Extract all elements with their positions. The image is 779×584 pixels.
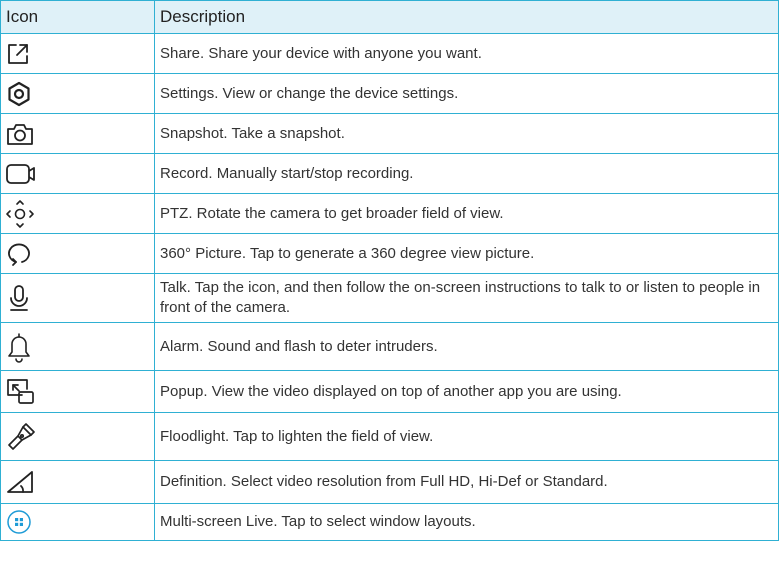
icon-description-table: Icon Description Share. Share your devic… [0,0,779,541]
description-cell: Talk. Tap the icon, and then follow the … [154,273,779,323]
bell-icon [8,332,30,363]
icon-cell [0,412,155,461]
icon-cell [0,322,155,371]
icon-cell [0,503,155,541]
ptz-icon [6,199,34,228]
description-cell: Alarm. Sound and flash to deter intruder… [154,322,779,371]
flashlight-icon [8,422,35,450]
description-cell: 360° Picture. Tap to generate a 360 degr… [154,233,779,274]
picture-360-icon [8,243,30,266]
icon-cell [0,33,155,74]
table-row: 360° Picture. Tap to generate a 360 degr… [0,233,779,274]
table-row: Settings. View or change the device sett… [0,73,779,114]
description-cell: Popup. View the video displayed on top o… [154,370,779,413]
icon-cell [0,233,155,274]
icon-cell [0,73,155,114]
settings-icon [8,81,30,106]
multi-screen-icon [7,510,31,534]
table-row: Multi-screen Live. Tap to select window … [0,503,779,541]
description-cell: Share. Share your device with anyone you… [154,33,779,74]
description-cell: Snapshot. Take a snapshot. [154,113,779,154]
snapshot-icon [7,123,33,145]
description-cell: PTZ. Rotate the camera to get broader fi… [154,193,779,234]
table-row: Share. Share your device with anyone you… [0,33,779,74]
description-cell: Multi-screen Live. Tap to select window … [154,503,779,541]
share-icon [8,43,28,64]
description-cell: Floodlight. Tap to lighten the field of … [154,412,779,461]
description-cell: Definition. Select video resolution from… [154,460,779,504]
icon-cell [0,113,155,154]
table-row: Snapshot. Take a snapshot. [0,113,779,154]
table-row: PTZ. Rotate the camera to get broader fi… [0,193,779,234]
icon-cell [0,193,155,234]
icon-cell [0,153,155,194]
table-row: Definition. Select video resolution from… [0,460,779,504]
table-row: Talk. Tap the icon, and then follow the … [0,273,779,323]
definition-icon [7,471,33,493]
table-row: Record. Manually start/stop recording. [0,153,779,194]
popup-icon [7,378,34,404]
description-cell: Settings. View or change the device sett… [154,73,779,114]
icon-cell [0,273,155,323]
header-description: Description [154,0,779,34]
table-row: Popup. View the video displayed on top o… [0,370,779,413]
header-icon: Icon [0,0,155,34]
microphone-icon [10,285,28,311]
record-icon [6,163,35,184]
table-header-row: Icon Description [0,0,779,34]
description-cell: Record. Manually start/stop recording. [154,153,779,194]
table-row: Floodlight. Tap to lighten the field of … [0,412,779,461]
icon-cell [0,460,155,504]
table-row: Alarm. Sound and flash to deter intruder… [0,322,779,371]
icon-cell [0,370,155,413]
